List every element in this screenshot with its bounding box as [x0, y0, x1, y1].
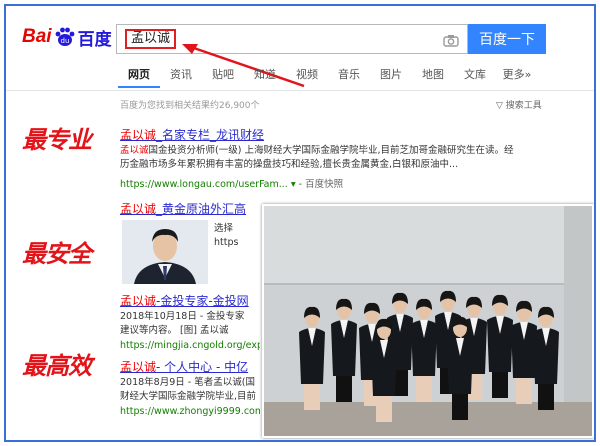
result-title[interactable]: 孟以诚_名家专栏_龙讯财经	[120, 126, 264, 143]
result-title-rest: _黄金原油外汇高	[156, 202, 247, 216]
search-button[interactable]: 百度一下	[468, 24, 546, 54]
tab-images[interactable]: 图片	[370, 66, 412, 88]
paw-icon: du	[54, 26, 76, 48]
search-tools-button[interactable]: ▽ 搜索工具	[496, 98, 542, 111]
snippet-text: 2018年8月9日 - 笔者孟以诚(国	[120, 377, 255, 388]
url-text: https://www.zhongyi9999.com/m...	[120, 406, 260, 417]
snippet-text: https	[214, 237, 239, 248]
slogan-efficient: 最高效	[22, 352, 92, 380]
tab-more[interactable]: 更多»	[496, 66, 538, 88]
result-title-highlight: 孟以诚	[120, 360, 157, 374]
url-text: https://www.longau.com/userFam...	[120, 179, 288, 190]
snippet-text: 历金融市场多年累积拥有丰富的操盘技巧和经验,擅长贵金属黄金,白银和原油中...	[120, 159, 459, 170]
tab-video[interactable]: 视频	[286, 66, 328, 88]
baidu-logo[interactable]: Bai du 百度	[22, 24, 112, 50]
result-snippet: 孟以诚国金投资分析师(一级) 上海财经大学国际金融学院毕业,目前芝加哥金融研究生…	[120, 144, 580, 172]
result-snippet: 2018年10月18日 - 金投专家 建议等内容。 [图] 孟以诚	[120, 310, 260, 338]
search-tabs: 网页 资讯 贴吧 知道 视频 音乐 图片 地图 文库 更多»	[118, 66, 538, 88]
slogan-safe: 最安全	[22, 240, 92, 268]
snippet-text: 财经大学国际金融学院毕业,目前	[120, 391, 257, 402]
dropdown-icon[interactable]: ▾ -	[291, 179, 305, 190]
result-title-rest: _名家专栏_龙讯财经	[156, 128, 265, 142]
snapshot-link[interactable]: 百度快照	[305, 179, 343, 190]
search-tools-label: 搜索工具	[505, 101, 542, 111]
snippet-highlight: 孟以诚	[120, 145, 149, 156]
result-title[interactable]: 孟以诚-金投专家-金投网	[120, 292, 249, 309]
search-input[interactable]: 孟以诚	[116, 24, 468, 54]
result-title-highlight: 孟以诚	[120, 128, 157, 142]
result-title[interactable]: 孟以诚_黄金原油外汇高	[120, 200, 246, 217]
camera-icon[interactable]	[443, 32, 459, 51]
tab-tieba[interactable]: 贴吧	[202, 66, 244, 88]
tab-map[interactable]: 地图	[412, 66, 454, 88]
result-count: 百度为您找到相关结果约26,900个	[120, 101, 260, 111]
slogan-professional: 最专业	[22, 126, 92, 154]
result-url[interactable]: https://mingjia.cngold.org/exp...	[120, 340, 260, 351]
snippet-text: 建议等内容。 [图] 孟以诚	[120, 325, 229, 336]
filter-icon: ▽	[496, 101, 503, 111]
team-photo	[262, 204, 594, 438]
tab-news[interactable]: 资讯	[160, 66, 202, 88]
profile-thumbnail[interactable]	[122, 220, 208, 284]
snippet-text: 2018年10月18日 - 金投专家	[120, 311, 245, 322]
snippet-text: 国金投资分析师(一级) 上海财经大学国际金融学院毕业,目前芝加哥金融研究生在读。…	[148, 145, 514, 156]
result-title-rest: -金投专家-金投网	[156, 294, 249, 308]
result-title-highlight: 孟以诚	[120, 294, 157, 308]
result-title-rest: - 个人中心 - 中亿	[156, 360, 249, 374]
result-snippet: 选择 https	[214, 222, 254, 250]
logo-text-bai: Bai	[22, 26, 52, 47]
logo-text-du: 百度	[77, 29, 112, 50]
url-text: https://mingjia.cngold.org/exp...	[120, 340, 260, 351]
result-url[interactable]: https://www.longau.com/userFam... ▾ - 百度…	[120, 176, 343, 190]
svg-text:du: du	[60, 37, 69, 45]
snippet-text: 选择	[214, 223, 234, 234]
tab-webpage[interactable]: 网页	[118, 66, 160, 88]
result-title-highlight: 孟以诚	[120, 202, 157, 216]
result-snippet: 2018年8月9日 - 笔者孟以诚(国 财经大学国际金融学院毕业,目前	[120, 376, 260, 404]
search-query[interactable]: 孟以诚	[125, 29, 177, 49]
tab-divider	[6, 90, 594, 91]
tab-zhidao[interactable]: 知道	[244, 66, 286, 88]
tab-wenku[interactable]: 文库	[454, 66, 496, 88]
result-title[interactable]: 孟以诚- 个人中心 - 中亿	[120, 358, 248, 375]
tab-music[interactable]: 音乐	[328, 66, 370, 88]
result-url[interactable]: https://www.zhongyi9999.com/m...	[120, 406, 260, 417]
screenshot-frame: Bai du 百度 孟以诚 百度一下 网页 资讯 贴吧 知道 视频 音乐 图片 …	[4, 4, 596, 442]
